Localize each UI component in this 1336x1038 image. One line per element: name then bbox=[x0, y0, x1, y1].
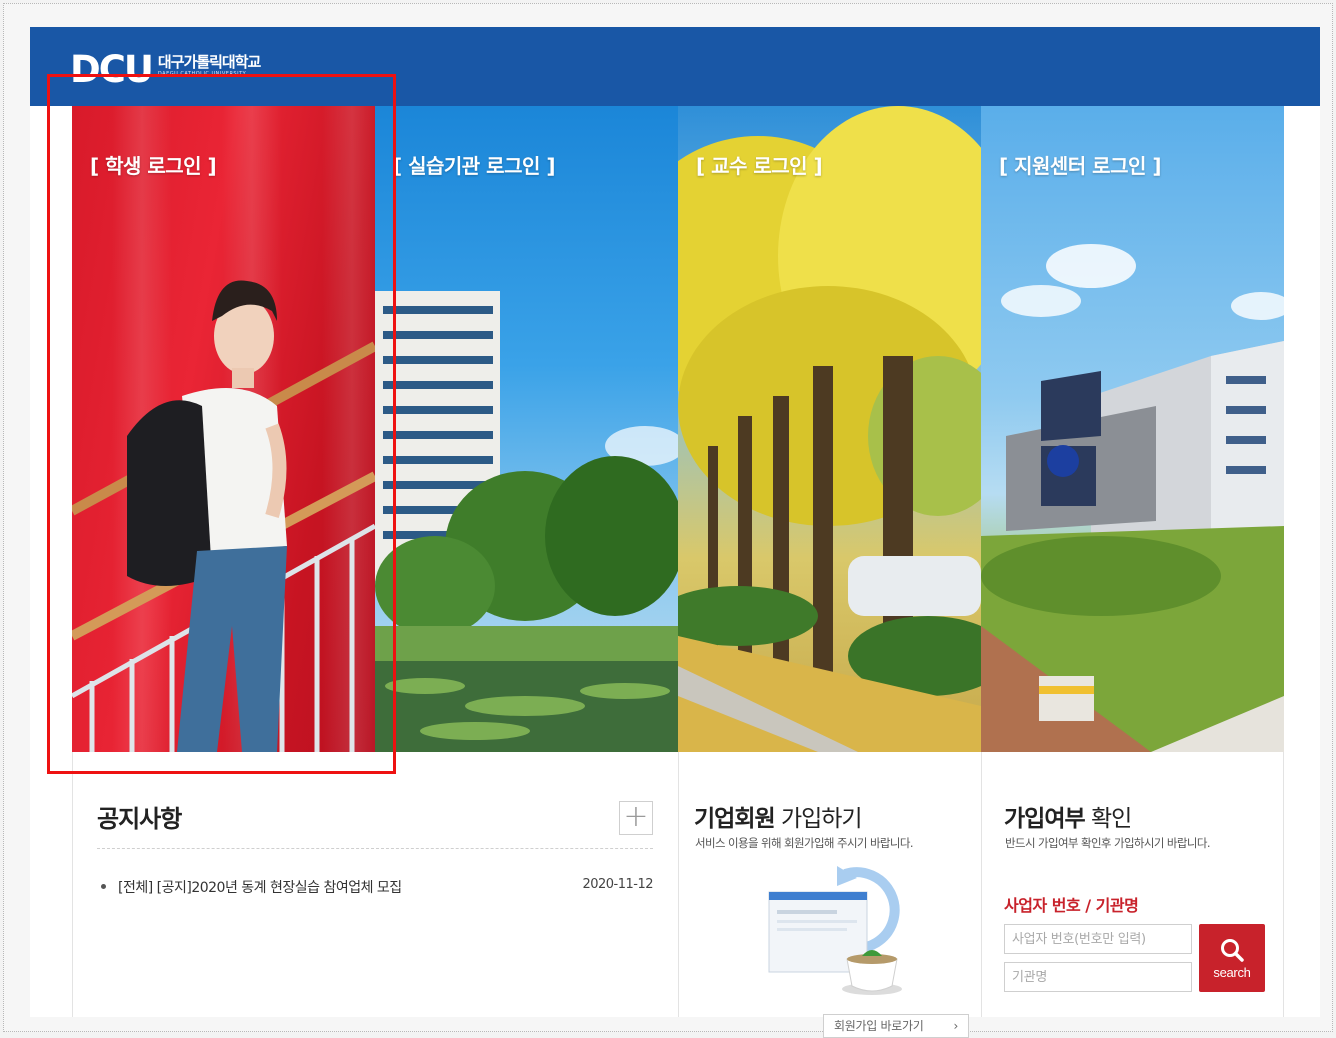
search-button[interactable]: search bbox=[1199, 924, 1265, 992]
notice-item-date: 2020-11-12 bbox=[582, 877, 653, 892]
join-shortcut-label: 회원가입 바로가기 bbox=[834, 1019, 924, 1033]
student-photo bbox=[72, 280, 375, 752]
notice-title: 공지사항 bbox=[97, 805, 182, 833]
chevron-right-icon: › bbox=[953, 1019, 959, 1033]
join-title-rest: 가입하기 bbox=[774, 806, 863, 832]
institution-login-title: [ 실습기관 로그인 ] bbox=[393, 154, 555, 178]
bottom-section: 공지사항 + [전체] [공지]2020년 동계 현장실습 참여업체 모집 20… bbox=[72, 752, 1284, 1038]
page-frame: DCU 대구가톨릭대학교 DAEGU CATHOLIC UNIVERSITY [… bbox=[3, 3, 1333, 1038]
search-button-label: search bbox=[1213, 964, 1251, 980]
bullet-icon bbox=[101, 883, 106, 889]
notice-list: [전체] [공지]2020년 동계 현장실습 참여업체 모집 2020-11-1… bbox=[101, 877, 653, 897]
notice-box: 공지사항 + [전체] [공지]2020년 동계 현장실습 참여업체 모집 20… bbox=[72, 752, 678, 1017]
join-title-bold: 기업회원 bbox=[694, 806, 776, 832]
logo[interactable]: DCU 대구가톨릭대학교 DAEGU CATHOLIC UNIVERSITY bbox=[70, 53, 261, 85]
check-title: 가입여부 확인 bbox=[1004, 799, 1132, 833]
login-panels: [ 학생 로그인 ] [실습기관 로그인] [교수 로그인] [지원센… bbox=[72, 106, 1284, 752]
check-subtitle: 사업자 번호 / 기관명 bbox=[1004, 896, 1139, 915]
student-login-title: [ 학생 로그인 ] bbox=[90, 154, 217, 178]
signup-illustration-icon bbox=[768, 866, 902, 995]
join-box: 기업회원 가입하기 서비스 이용을 위해 회원가입해 주시기 바랍니다. 회원가… bbox=[678, 752, 981, 1038]
page: DCU 대구가톨릭대학교 DAEGU CATHOLIC UNIVERSITY [… bbox=[30, 27, 1320, 1038]
student-login-panel[interactable]: [ 학생 로그인 ] bbox=[72, 106, 375, 752]
join-title: 기업회원 가입하기 bbox=[694, 799, 863, 833]
institution-login-panel[interactable]: [ 실습기관 로그인 ] bbox=[375, 106, 678, 752]
check-title-bold: 가입여부 bbox=[1004, 806, 1086, 832]
logo-english: DAEGU CATHOLIC UNIVERSITY bbox=[157, 71, 247, 77]
notice-item-text[interactable]: [전체] [공지]2020년 동계 현장실습 참여업체 모집 bbox=[118, 880, 402, 896]
top-bar: DCU 대구가톨릭대학교 DAEGU CATHOLIC UNIVERSITY bbox=[30, 27, 1320, 106]
ginkgo-trees-photo bbox=[678, 106, 981, 752]
notice-divider bbox=[97, 848, 653, 849]
membership-check-box: 가입여부 확인 반드시 가입여부 확인후 가입하시기 바랍니다. 사업자 번호 … bbox=[981, 752, 1284, 1017]
logo-korean: 대구가톨릭대학교 bbox=[157, 53, 261, 71]
logo-text: 대구가톨릭대학교 DAEGU CATHOLIC UNIVERSITY bbox=[157, 53, 261, 77]
professor-login-panel[interactable]: [ 교수 로그인 ] bbox=[678, 106, 981, 752]
center-login-title: [ 지원센터 로그인 ] bbox=[999, 154, 1161, 178]
logo-mark: DCU bbox=[70, 53, 152, 85]
support-center-photo bbox=[981, 244, 1284, 752]
join-shortcut-button[interactable]: 회원가입 바로가기 › bbox=[823, 1014, 969, 1038]
business-number-input[interactable] bbox=[1004, 924, 1192, 954]
campus-building-photo bbox=[375, 291, 678, 752]
join-description: 서비스 이용을 위해 회원가입해 주시기 바랍니다. bbox=[695, 836, 914, 850]
check-description: 반드시 가입여부 확인후 가입하시기 바랍니다. bbox=[1005, 836, 1211, 850]
professor-login-title: [ 교수 로그인 ] bbox=[696, 154, 823, 178]
check-title-rest: 확인 bbox=[1084, 806, 1132, 832]
notice-more-button[interactable]: + bbox=[619, 801, 653, 835]
center-login-panel[interactable]: [ 지원센터 로그인 ] bbox=[981, 106, 1284, 752]
search-icon bbox=[1221, 938, 1244, 962]
notice-item[interactable]: [전체] [공지]2020년 동계 현장실습 참여업체 모집 2020-11-1… bbox=[101, 877, 653, 897]
organization-name-input[interactable] bbox=[1004, 962, 1192, 992]
